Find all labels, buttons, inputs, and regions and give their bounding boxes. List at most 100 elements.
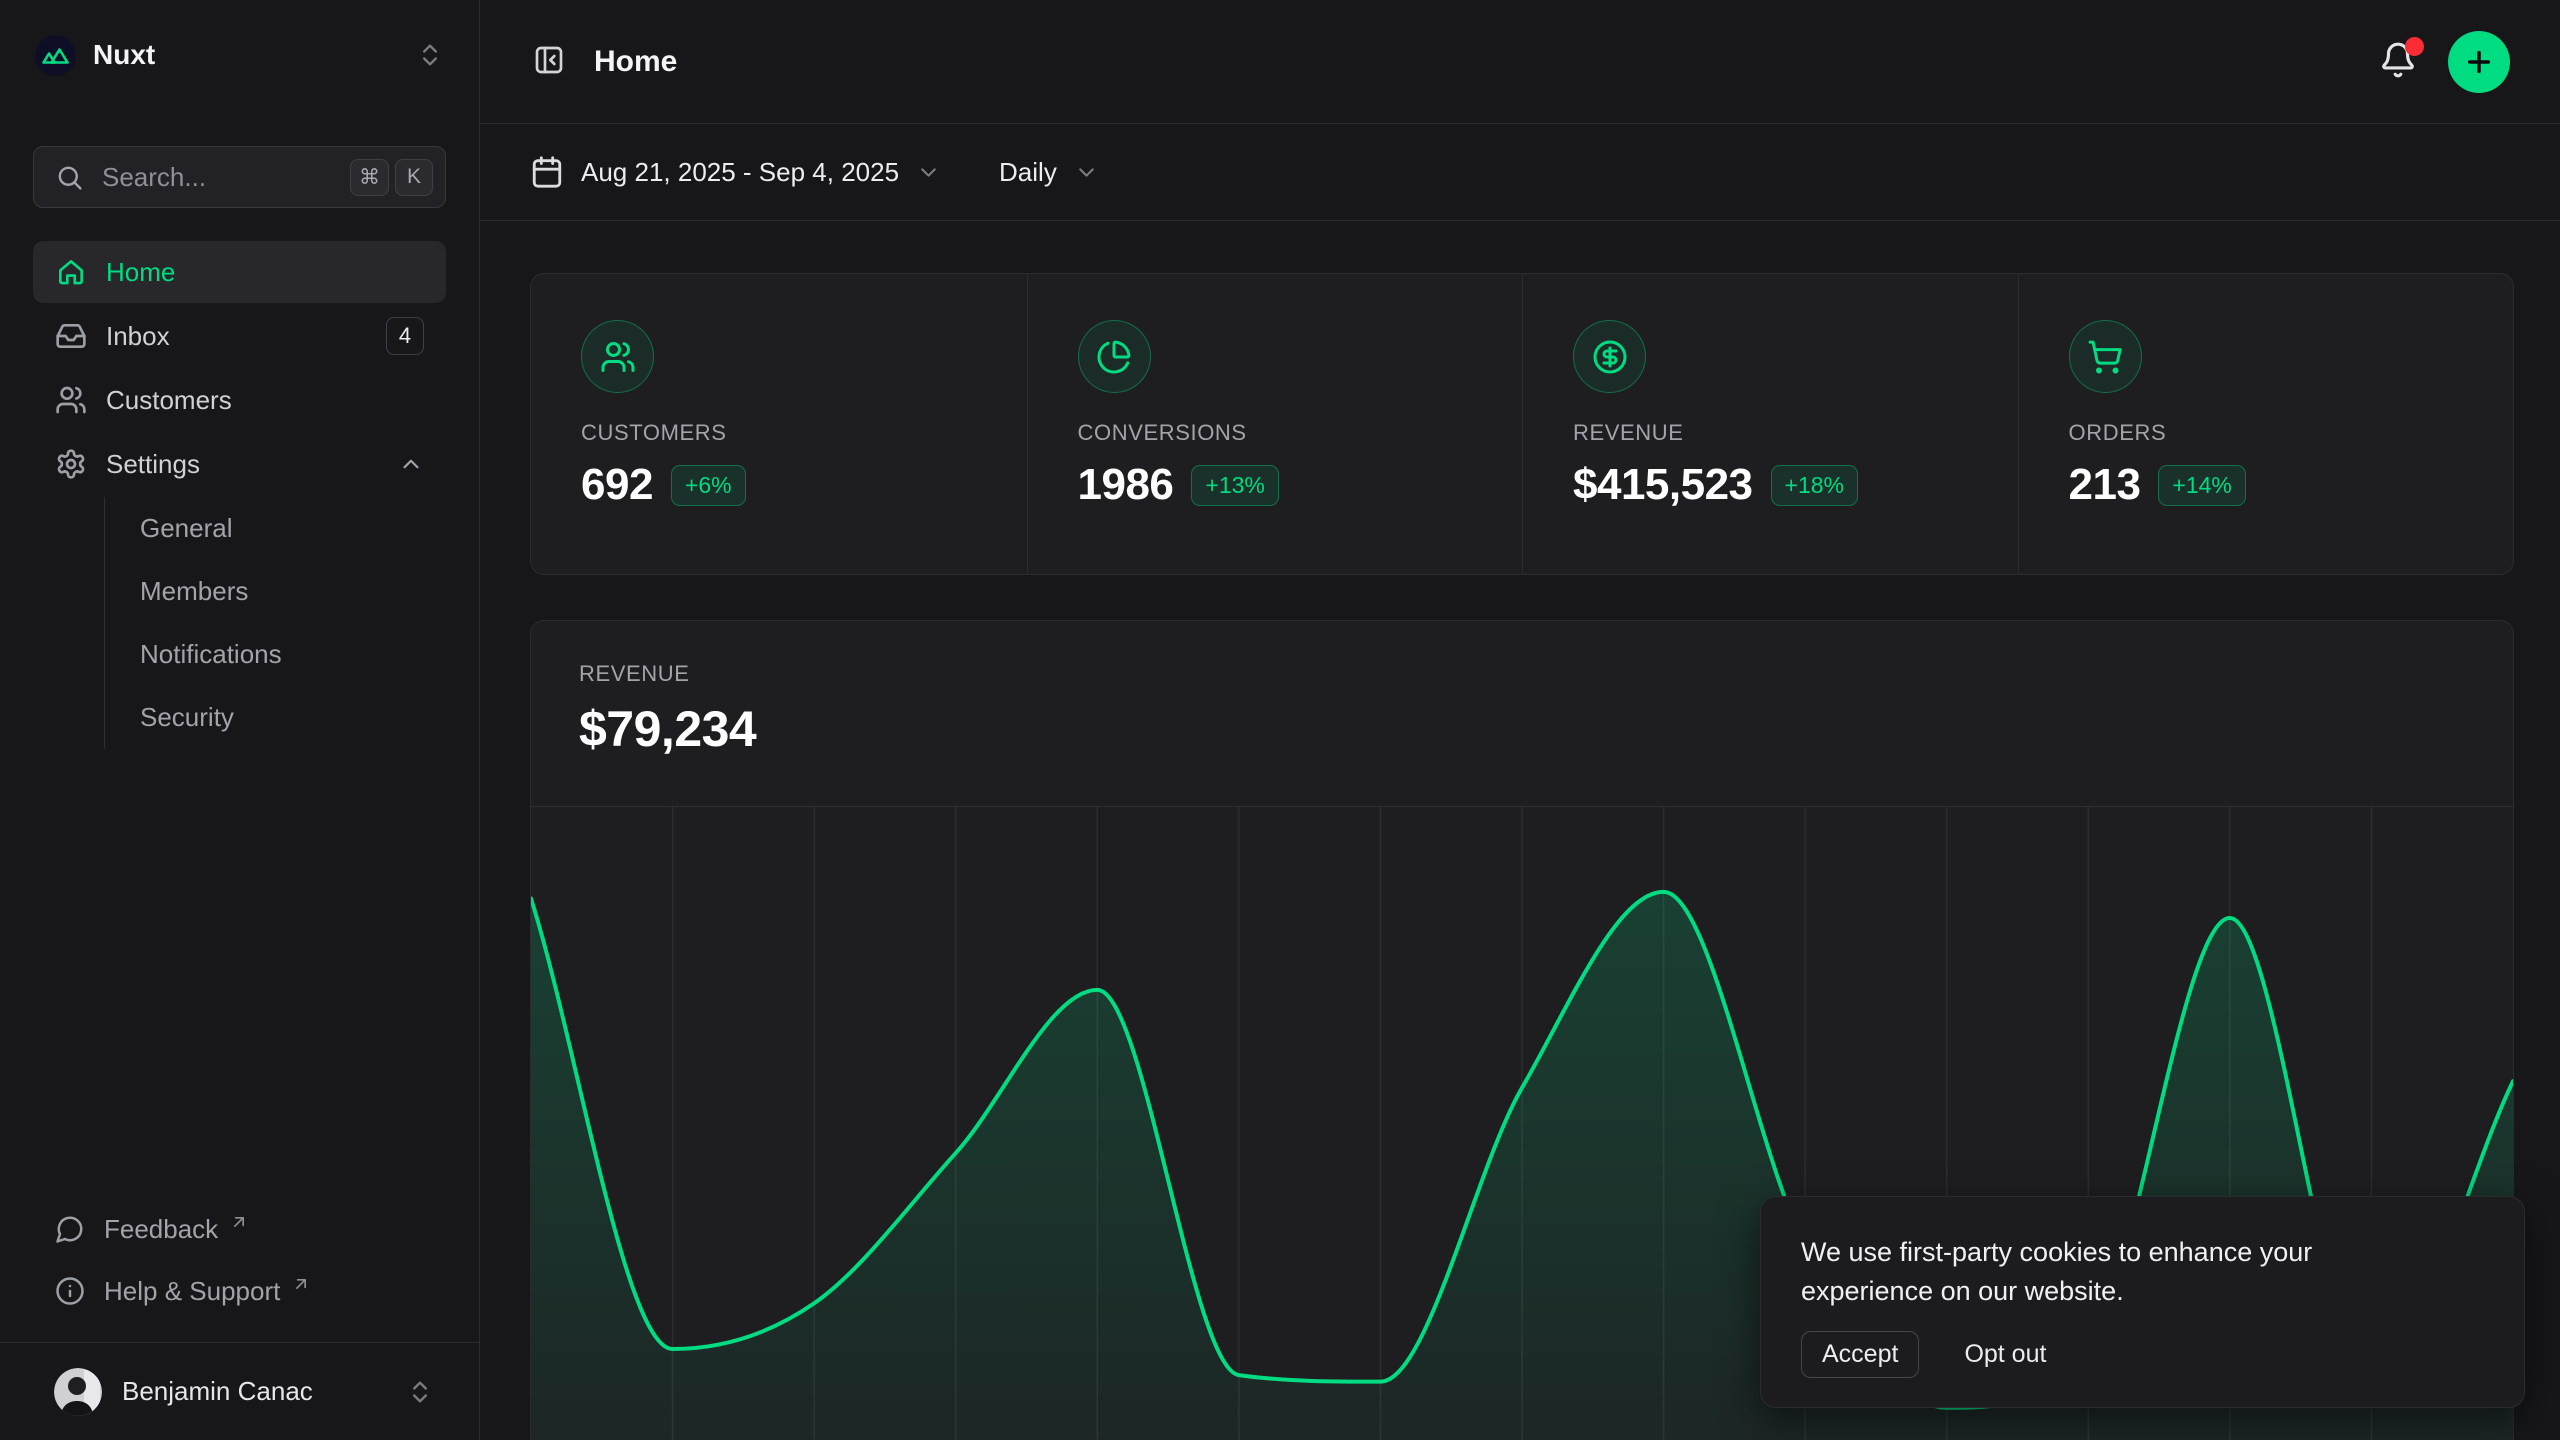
sidebar-item-label: Home <box>106 257 424 288</box>
cookie-banner: We use first-party cookies to enhance yo… <box>1760 1196 2525 1408</box>
sidebar-item-home[interactable]: Home <box>33 241 446 303</box>
kbd-k: K <box>395 159 433 196</box>
revenue-chart-label: REVENUE <box>579 661 2465 687</box>
sidebar-item-label: Customers <box>106 385 424 416</box>
stat-value: 1986 <box>1078 460 1174 510</box>
stat-value: 692 <box>581 460 653 510</box>
notifications-button[interactable] <box>2376 40 2420 84</box>
info-circle-icon <box>55 1276 85 1306</box>
date-range-picker[interactable]: Aug 21, 2025 - Sep 4, 2025 <box>530 155 941 189</box>
stat-delta-badge: +14% <box>2158 465 2245 506</box>
user-name: Benjamin Canac <box>122 1376 386 1407</box>
search-icon <box>55 163 84 192</box>
sidebar-nav: Home Inbox 4 Customers Settings General … <box>33 241 446 749</box>
stat-icon-badge <box>2069 320 2142 393</box>
cart-icon <box>2087 339 2123 375</box>
stat-label: CONVERSIONS <box>1078 420 1523 446</box>
gear-icon <box>55 448 87 480</box>
revenue-chart-header: REVENUE $79,234 <box>531 621 2513 758</box>
dollar-circle-icon <box>1592 339 1628 375</box>
subnav-label: Members <box>140 576 248 607</box>
app-root: Nuxt Search... ⌘ K Home Inbox 4 Cu <box>0 0 2560 1440</box>
calendar-icon <box>530 155 564 189</box>
users-icon <box>600 339 636 375</box>
settings-subnav: General Members Notifications Security <box>104 497 446 749</box>
pie-chart-icon <box>1096 339 1132 375</box>
subnav-label: Notifications <box>140 639 282 670</box>
chevron-down-icon <box>916 160 941 185</box>
users-icon <box>55 384 87 416</box>
footer-item-label: Feedback <box>104 1214 218 1245</box>
user-menu[interactable]: Benjamin Canac <box>0 1342 479 1440</box>
stat-orders[interactable]: ORDERS 213 +14% <box>2018 274 2514 574</box>
chevron-up-icon <box>398 451 424 477</box>
stats-summary-card: CUSTOMERS 692 +6% CONVERSIONS 1986 +13% <box>530 273 2514 575</box>
stat-value: $415,523 <box>1573 460 1753 510</box>
search-placeholder: Search... <box>102 162 332 193</box>
panel-left-close-icon <box>533 44 565 76</box>
sidebar-item-label: Settings <box>106 449 379 480</box>
sidebar: Nuxt Search... ⌘ K Home Inbox 4 Cu <box>0 0 480 1440</box>
page-header: Home <box>480 0 2560 124</box>
cookie-actions: Accept Opt out <box>1801 1331 2484 1378</box>
stat-conversions[interactable]: CONVERSIONS 1986 +13% <box>1027 274 1523 574</box>
sidebar-item-feedback[interactable]: Feedback <box>33 1198 446 1260</box>
stat-delta-badge: +13% <box>1191 465 1278 506</box>
external-link-icon <box>291 1274 311 1294</box>
period-label: Daily <box>999 157 1057 188</box>
sidebar-item-members[interactable]: Members <box>140 560 446 623</box>
search-input[interactable]: Search... ⌘ K <box>33 146 446 208</box>
external-link-icon <box>229 1212 249 1232</box>
sidebar-item-customers[interactable]: Customers <box>33 369 446 431</box>
header-actions <box>2376 31 2510 93</box>
cookie-optout-button[interactable]: Opt out <box>1964 1340 2046 1369</box>
chevrons-up-down-icon <box>416 41 444 69</box>
subnav-label: Security <box>140 702 234 733</box>
sidebar-footer: Feedback Help & Support <box>33 1198 446 1322</box>
search-shortcut: ⌘ K <box>350 159 433 196</box>
stat-delta-badge: +18% <box>1771 465 1858 506</box>
sidebar-item-settings[interactable]: Settings <box>33 433 446 495</box>
sidebar-collapse-button[interactable] <box>530 43 568 81</box>
footer-item-label: Help & Support <box>104 1276 280 1307</box>
stat-customers[interactable]: CUSTOMERS 692 +6% <box>531 274 1027 574</box>
stat-value: 213 <box>2069 460 2141 510</box>
subnav-label: General <box>140 513 233 544</box>
filters-toolbar: Aug 21, 2025 - Sep 4, 2025 Daily <box>480 124 2560 221</box>
inbox-count-badge: 4 <box>386 317 424 355</box>
stat-delta-badge: +6% <box>671 465 746 506</box>
page-title: Home <box>594 45 677 79</box>
date-range-label: Aug 21, 2025 - Sep 4, 2025 <box>581 157 899 188</box>
period-select[interactable]: Daily <box>999 157 1099 188</box>
sidebar-item-inbox[interactable]: Inbox 4 <box>33 305 446 367</box>
nuxt-logo-icon <box>35 35 76 76</box>
org-switcher[interactable]: Nuxt <box>33 26 446 84</box>
plus-icon <box>2463 46 2495 78</box>
notification-dot <box>2405 37 2424 56</box>
chevron-down-icon <box>1074 160 1099 185</box>
avatar <box>54 1368 102 1416</box>
main-area: Home Aug 21, 2025 - Sep 4, 2025 Daily <box>480 0 2560 1440</box>
stat-icon-badge <box>1573 320 1646 393</box>
chevrons-up-down-icon <box>406 1378 434 1406</box>
inbox-icon <box>55 320 87 352</box>
stat-label: ORDERS <box>2069 420 2514 446</box>
stat-label: REVENUE <box>1573 420 2018 446</box>
sidebar-spacer <box>0 749 479 1198</box>
sidebar-item-help-support[interactable]: Help & Support <box>33 1260 446 1322</box>
stat-revenue[interactable]: REVENUE $415,523 +18% <box>1522 274 2018 574</box>
cookie-message: We use first-party cookies to enhance yo… <box>1801 1233 2426 1311</box>
chat-bubble-icon <box>55 1214 85 1244</box>
add-button[interactable] <box>2448 31 2510 93</box>
kbd-meta: ⌘ <box>350 159 389 196</box>
stat-icon-badge <box>1078 320 1151 393</box>
sidebar-item-security[interactable]: Security <box>140 686 446 749</box>
home-icon <box>55 256 87 288</box>
stat-icon-badge <box>581 320 654 393</box>
revenue-chart-value: $79,234 <box>579 700 2465 758</box>
cookie-accept-button[interactable]: Accept <box>1801 1331 1919 1378</box>
sidebar-item-general[interactable]: General <box>140 497 446 560</box>
stat-label: CUSTOMERS <box>581 420 1027 446</box>
sidebar-item-notifications[interactable]: Notifications <box>140 623 446 686</box>
org-name: Nuxt <box>93 39 399 71</box>
